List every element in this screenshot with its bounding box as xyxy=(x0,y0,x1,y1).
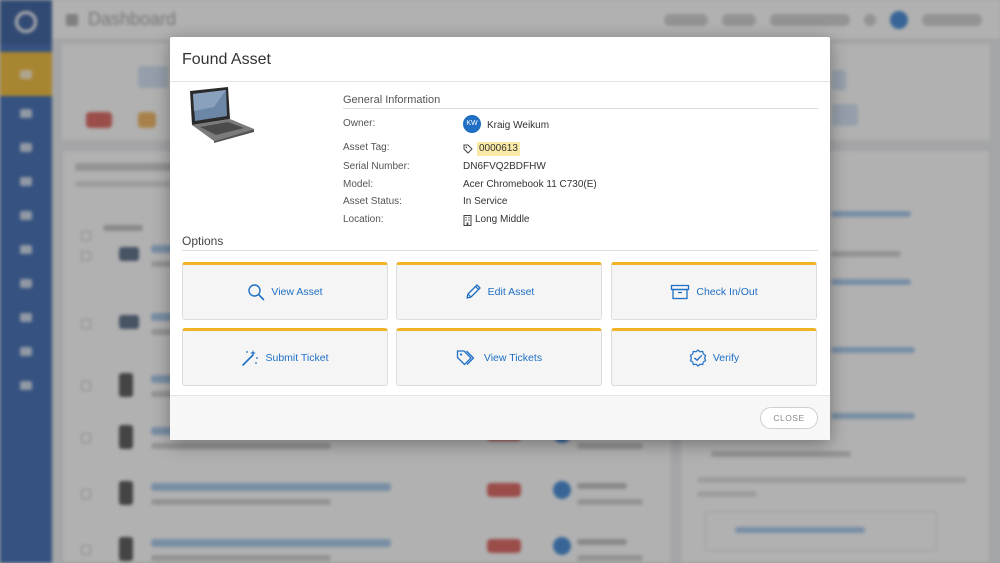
view-asset-button[interactable]: View Asset xyxy=(182,262,388,320)
tag-icon xyxy=(463,144,473,154)
submit-ticket-label: Submit Ticket xyxy=(265,352,329,364)
view-asset-label: View Asset xyxy=(271,286,323,298)
verify-button[interactable]: Verify xyxy=(611,328,817,386)
magic-wand-icon xyxy=(242,350,259,366)
verify-label: Verify xyxy=(712,352,740,364)
found-asset-modal: Found Asset General Information Owner: K… xyxy=(170,37,830,440)
asset-status-label: Asset Status: xyxy=(343,196,402,207)
view-tickets-button[interactable]: View Tickets xyxy=(396,328,602,386)
archive-box-icon xyxy=(671,284,690,300)
check-in-out-button[interactable]: Check In/Out xyxy=(611,262,817,320)
search-icon xyxy=(248,284,265,301)
modal-footer: CLOSE xyxy=(170,395,830,440)
location-value: Long Middle xyxy=(475,214,530,225)
edit-asset-label: Edit Asset xyxy=(487,286,535,298)
asset-status-value: In Service xyxy=(463,196,508,207)
asset-tag-label: Asset Tag: xyxy=(343,142,390,153)
check-in-out-label: Check In/Out xyxy=(696,286,758,298)
pencil-icon xyxy=(465,284,481,299)
model-value: Acer Chromebook 11 C730(E) xyxy=(463,179,597,190)
general-information-heading: General Information xyxy=(343,94,818,109)
owner-label: Owner: xyxy=(343,118,376,129)
view-tickets-label: View Tickets xyxy=(483,352,543,364)
serial-number-value: DN6FVQ2BDFHW xyxy=(463,161,546,172)
close-button[interactable]: CLOSE xyxy=(760,407,818,429)
edit-asset-button[interactable]: Edit Asset xyxy=(396,262,602,320)
building-icon xyxy=(463,214,472,226)
serial-number-label: Serial Number: xyxy=(343,161,410,172)
options-heading: Options xyxy=(182,234,818,251)
tags-icon xyxy=(456,350,475,366)
modal-header: Found Asset xyxy=(170,37,830,82)
asset-tag-value: 0000613 xyxy=(477,142,520,156)
location-label: Location: xyxy=(343,214,384,225)
model-label: Model: xyxy=(343,179,374,190)
asset-image xyxy=(190,87,254,143)
verified-badge-icon xyxy=(689,349,707,367)
submit-ticket-button[interactable]: Submit Ticket xyxy=(182,328,388,386)
owner-value[interactable]: Kraig Weikum xyxy=(487,120,549,132)
modal-title: Found Asset xyxy=(182,51,271,68)
owner-avatar: KW xyxy=(463,115,481,133)
